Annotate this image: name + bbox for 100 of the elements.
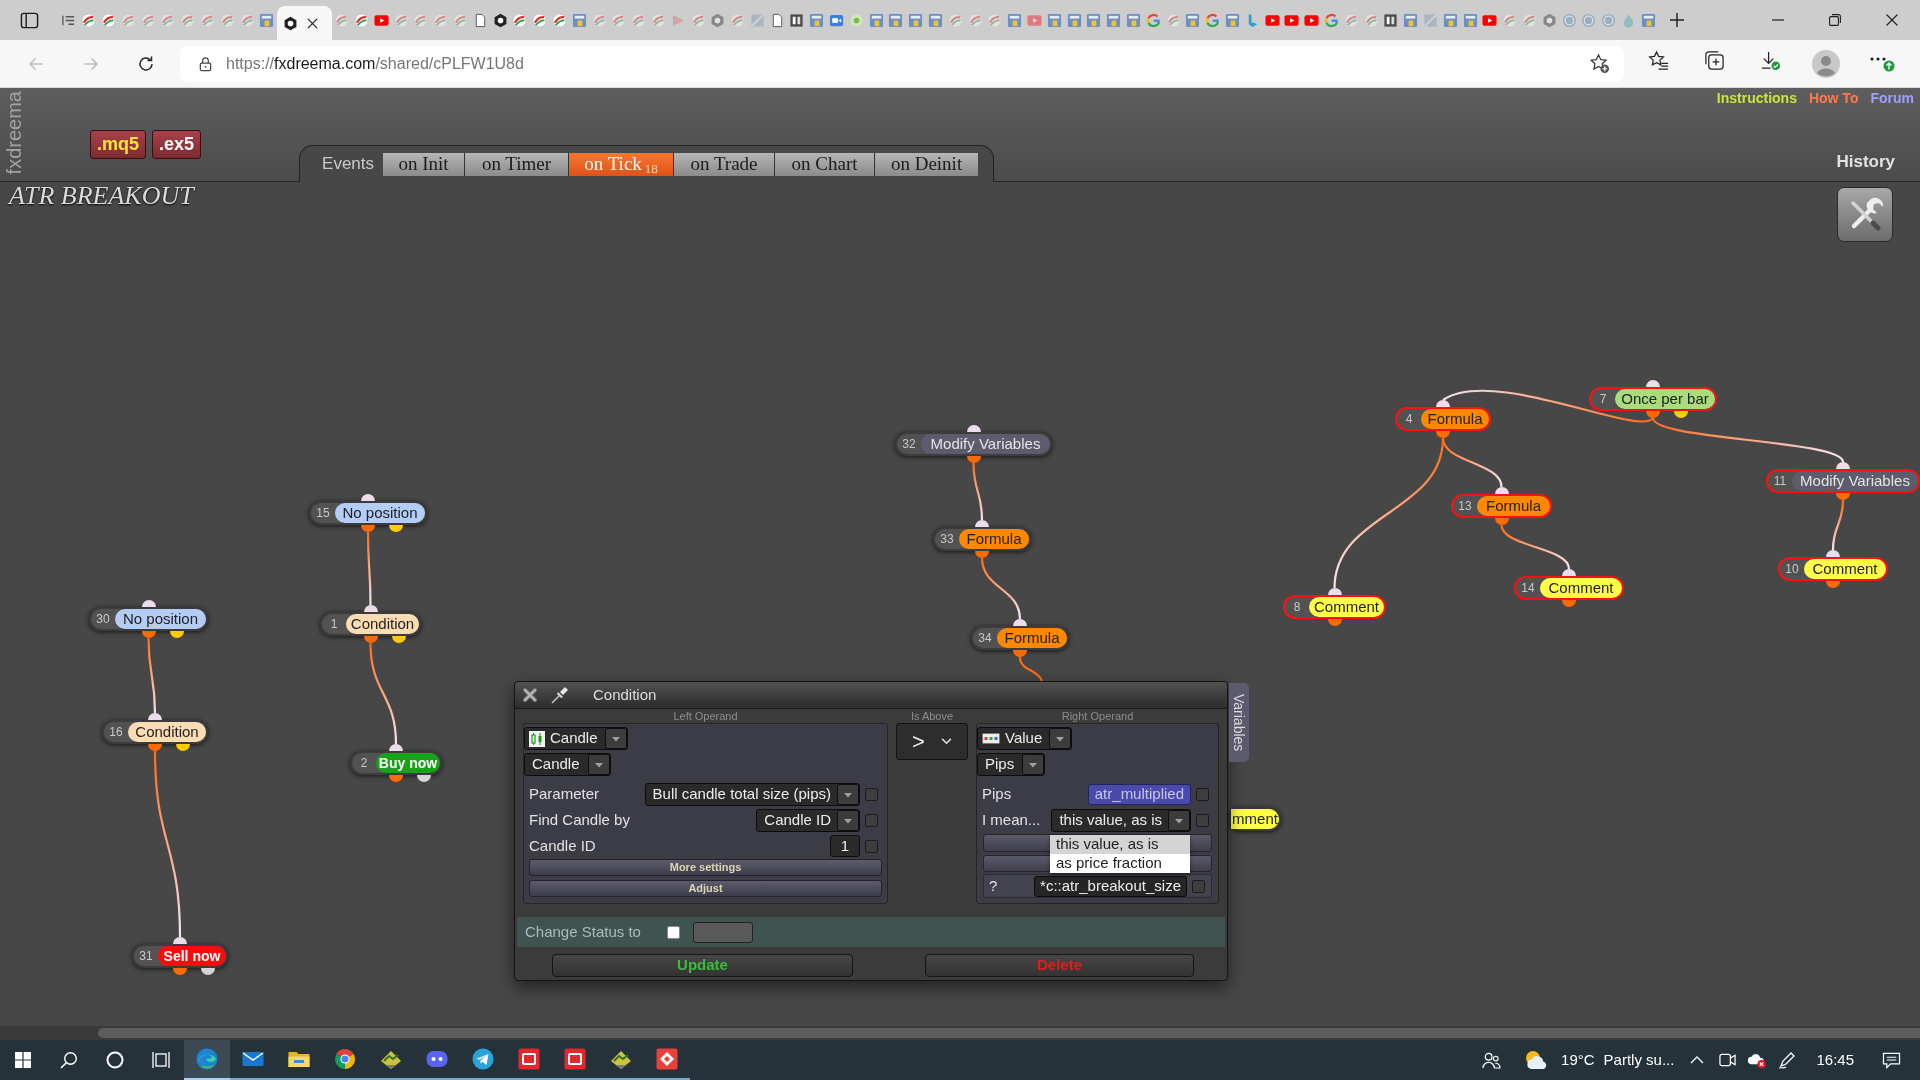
star-list-icon[interactable] bbox=[1647, 49, 1669, 71]
input-port-icon[interactable] bbox=[148, 713, 162, 720]
output-port-icon[interactable] bbox=[1436, 431, 1450, 438]
circle-icon[interactable] bbox=[106, 1051, 124, 1069]
output-port-icon[interactable] bbox=[173, 968, 187, 975]
camera-icon[interactable] bbox=[1718, 1052, 1736, 1068]
input-port-icon[interactable] bbox=[1494, 487, 1509, 494]
input-port-icon[interactable] bbox=[1562, 569, 1576, 576]
input-port-icon[interactable] bbox=[975, 520, 989, 527]
checkbox[interactable] bbox=[667, 925, 680, 939]
pin-icon[interactable] bbox=[550, 685, 570, 705]
header-link[interactable]: Instructions bbox=[1716, 90, 1797, 107]
close-icon[interactable] bbox=[1885, 14, 1898, 26]
minimize-icon[interactable] bbox=[1771, 19, 1784, 21]
operator-dropdown[interactable]: > bbox=[896, 723, 968, 760]
dropdown[interactable]: this value, as is bbox=[1051, 808, 1191, 832]
checkbox[interactable] bbox=[1196, 813, 1209, 827]
section-button[interactable]: Adjust bbox=[529, 880, 882, 897]
checkbox[interactable] bbox=[1192, 879, 1205, 893]
pen-icon[interactable] bbox=[1778, 1051, 1797, 1069]
flow-node[interactable]: 4 Formula bbox=[1395, 407, 1491, 431]
checkbox[interactable] bbox=[865, 813, 878, 827]
input-field[interactable]: 1 bbox=[830, 835, 860, 857]
input-port-icon[interactable] bbox=[389, 744, 403, 751]
flow-node[interactable]: 11 Modify Variables bbox=[1766, 469, 1920, 493]
star-plus-icon[interactable] bbox=[1589, 53, 1610, 74]
dialog-button[interactable]: Update bbox=[552, 954, 853, 977]
output-port-icon[interactable] bbox=[1327, 619, 1342, 626]
event-tab[interactable]: on Timer bbox=[465, 152, 569, 176]
output-port-icon[interactable] bbox=[1674, 411, 1688, 418]
event-tab[interactable]: on Trade bbox=[674, 152, 775, 176]
output-port-icon[interactable] bbox=[363, 636, 378, 643]
input-port-icon[interactable] bbox=[1826, 550, 1840, 557]
event-tab[interactable]: on Chart bbox=[775, 152, 875, 176]
status-input[interactable] bbox=[693, 921, 753, 943]
input-port-icon[interactable] bbox=[1436, 400, 1450, 407]
output-port-icon[interactable] bbox=[141, 631, 156, 638]
output-port-icon[interactable] bbox=[1646, 411, 1660, 418]
flow-node[interactable]: 33 Formula bbox=[933, 527, 1031, 551]
section-button[interactable]: More settings bbox=[529, 859, 882, 876]
file-button[interactable]: .ex5 bbox=[152, 130, 202, 159]
flow-node[interactable]: 16 Condition bbox=[102, 720, 208, 744]
source-dropdown[interactable]: Candle bbox=[524, 727, 628, 750]
output-port-icon[interactable] bbox=[361, 525, 375, 532]
input-port-icon[interactable] bbox=[1327, 588, 1342, 595]
flow-node[interactable]: 7 Once per bar bbox=[1589, 387, 1717, 411]
event-tab[interactable]: on Deinit bbox=[875, 152, 979, 176]
flow-node[interactable]: 32 Modify Variables bbox=[895, 432, 1052, 456]
input-port-icon[interactable] bbox=[141, 600, 156, 607]
avatar-icon[interactable] bbox=[1812, 49, 1840, 78]
output-port-icon[interactable] bbox=[975, 551, 989, 558]
variable-field[interactable]: atr_multiplied bbox=[1087, 783, 1191, 805]
checkbox[interactable] bbox=[1196, 787, 1209, 801]
input-port-icon[interactable] bbox=[1836, 462, 1850, 469]
output-port-icon[interactable] bbox=[1826, 581, 1840, 588]
output-port-icon[interactable] bbox=[1013, 650, 1027, 657]
output-port-icon[interactable] bbox=[1494, 518, 1509, 525]
input-port-icon[interactable] bbox=[1013, 619, 1027, 626]
input-port-icon[interactable] bbox=[363, 605, 378, 612]
chevron-up-icon[interactable] bbox=[1690, 1056, 1705, 1064]
side-tab[interactable]: Variables bbox=[1229, 683, 1249, 762]
flow-node[interactable]: 15 No position bbox=[309, 501, 427, 525]
input-port-icon[interactable] bbox=[173, 937, 187, 944]
start-icon[interactable] bbox=[15, 1052, 31, 1068]
input-port-icon[interactable] bbox=[966, 425, 981, 432]
flow-node[interactable]: 2 Buy now bbox=[350, 751, 442, 775]
dropdown[interactable]: Bull candle total size (pips) bbox=[644, 782, 860, 806]
flow-node[interactable]: 10 Comment bbox=[1778, 557, 1888, 581]
cloud-icon[interactable] bbox=[1747, 1051, 1768, 1069]
flow-node[interactable]: 8 Comment bbox=[1283, 595, 1386, 619]
type-dropdown[interactable]: Candle bbox=[524, 753, 611, 776]
flow-node[interactable]: 31 Sell now bbox=[132, 944, 228, 968]
dropdown[interactable]: Candle ID bbox=[756, 808, 860, 832]
tab-actions-icon[interactable] bbox=[19, 10, 39, 30]
output-port-icon[interactable] bbox=[176, 744, 190, 751]
scrollbar-thumb[interactable] bbox=[98, 1028, 1920, 1038]
address-field[interactable]: https://fxdreema.com/shared/cPLFW1U8d bbox=[180, 45, 1624, 82]
flow-node[interactable]: 34 Formula bbox=[971, 626, 1069, 650]
close-icon[interactable] bbox=[306, 17, 318, 29]
notifications-icon[interactable] bbox=[1881, 1051, 1901, 1069]
browser-tab[interactable] bbox=[276, 6, 332, 40]
restore-icon[interactable] bbox=[1828, 14, 1841, 26]
flow-node[interactable]: 13 Formula bbox=[1451, 494, 1552, 518]
download-icon[interactable] bbox=[1759, 49, 1781, 71]
menu-option[interactable]: this value, as is bbox=[1050, 835, 1190, 854]
plus-icon[interactable] bbox=[1669, 12, 1686, 28]
output-port-icon[interactable] bbox=[389, 525, 403, 532]
output-port-icon[interactable] bbox=[1562, 600, 1576, 607]
event-tab[interactable]: on Init bbox=[383, 152, 465, 176]
search-icon[interactable] bbox=[60, 1051, 78, 1069]
flow-node[interactable]: mment bbox=[1229, 807, 1281, 831]
checkbox[interactable] bbox=[865, 787, 878, 801]
output-port-icon[interactable] bbox=[389, 775, 403, 782]
input-port-icon[interactable] bbox=[361, 494, 375, 501]
input-field[interactable]: *c::atr_breakout_size bbox=[1034, 875, 1187, 897]
output-port-icon[interactable] bbox=[201, 968, 215, 975]
people-icon[interactable] bbox=[1481, 1051, 1501, 1069]
flow-node[interactable]: 14 Comment bbox=[1514, 576, 1624, 600]
output-port-icon[interactable] bbox=[148, 744, 162, 751]
tools-button[interactable] bbox=[1837, 187, 1893, 242]
